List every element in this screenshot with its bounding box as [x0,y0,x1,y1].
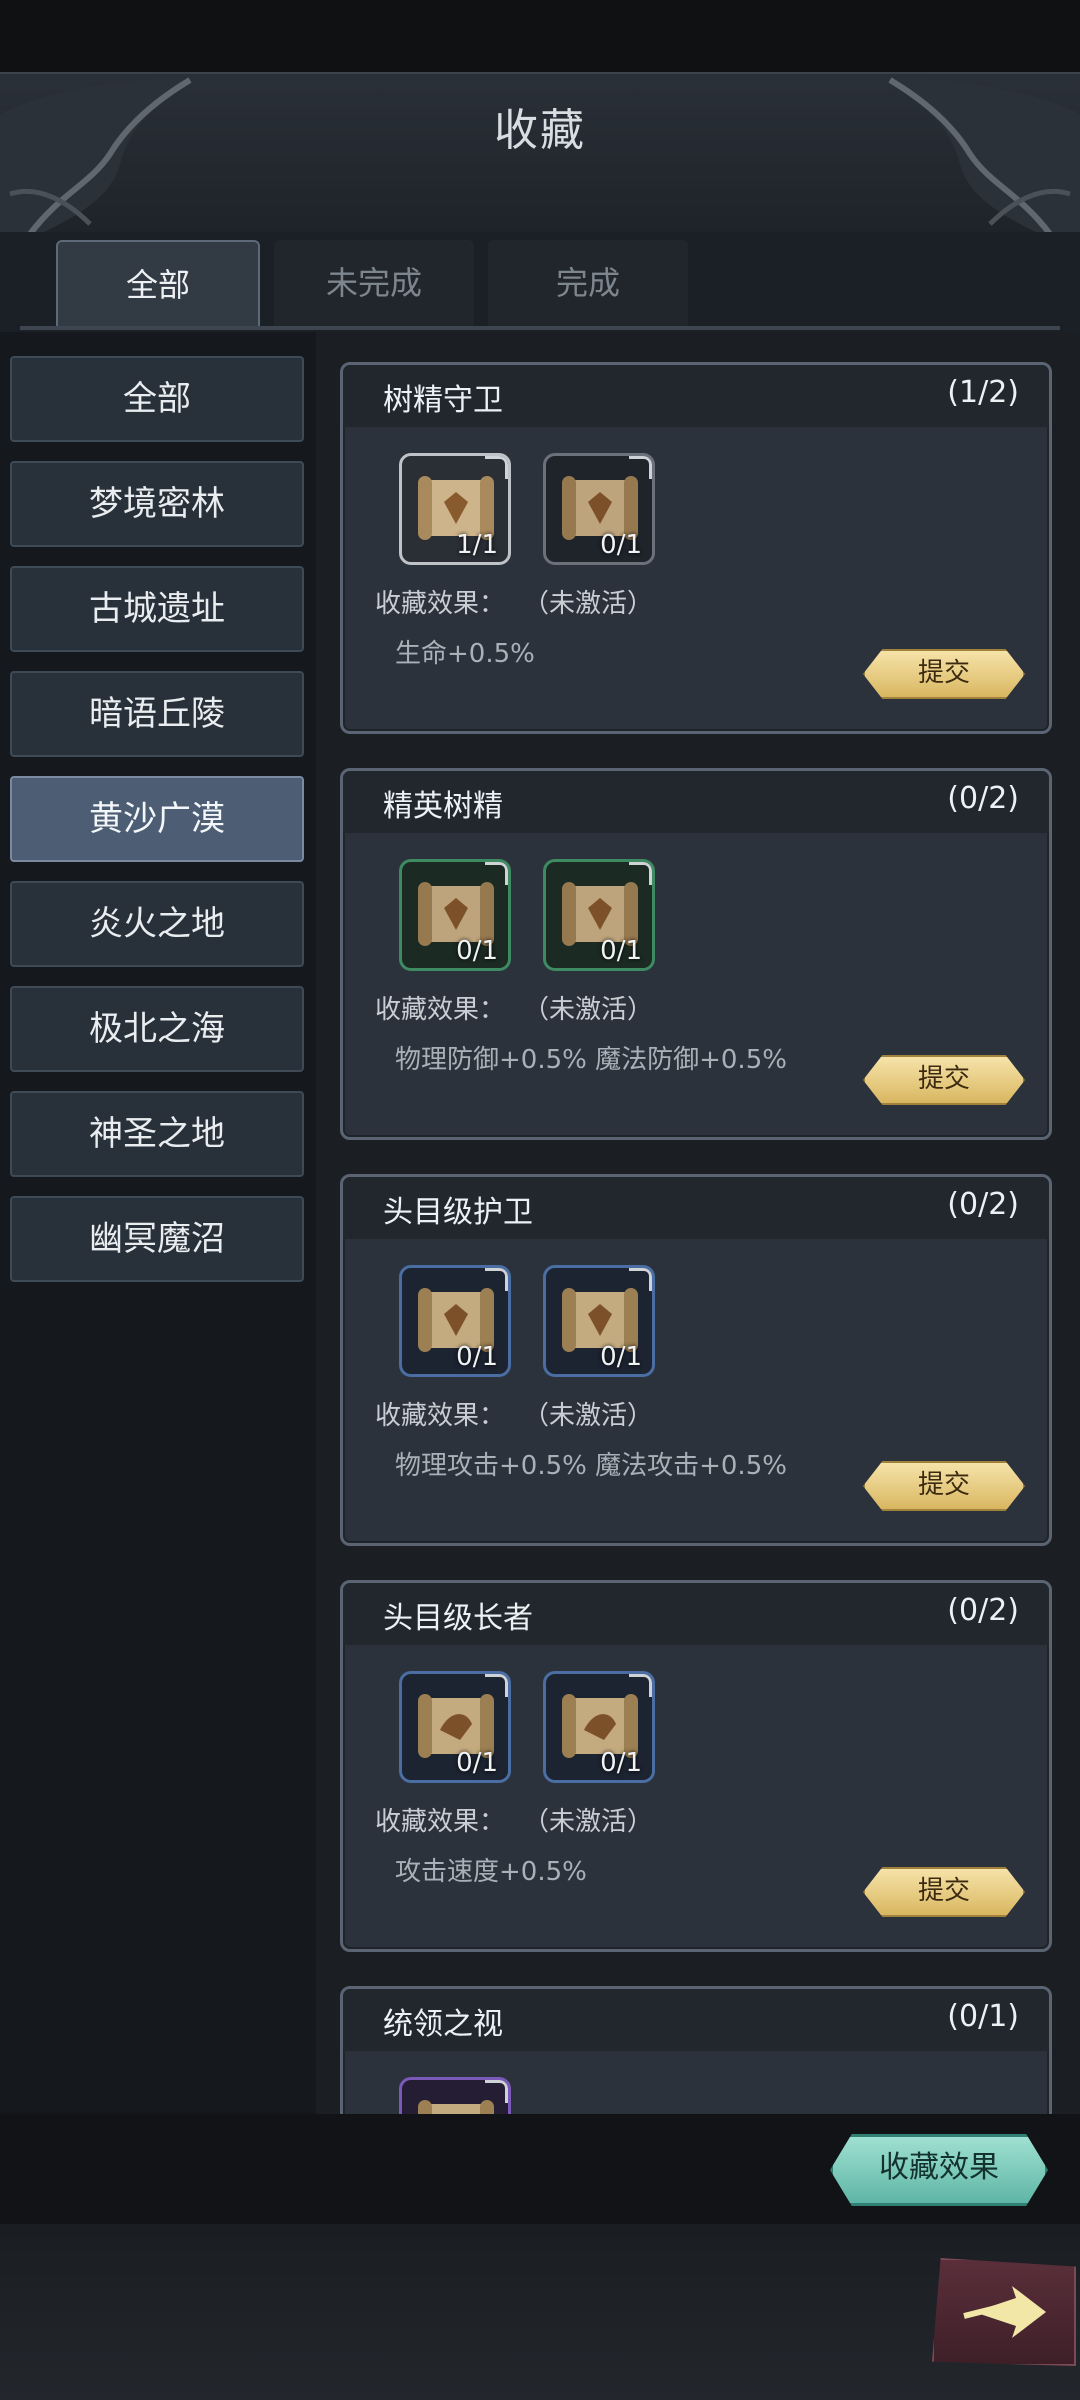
collection-item-slot[interactable]: 0/1 [543,1671,655,1783]
card-title: 精英树精 [383,789,503,824]
effect-status: （未激活） [523,589,654,619]
submit-button[interactable]: 提交 [863,1461,1025,1511]
card-progress: (0/2) [947,1593,1019,1628]
corner-tag-icon [629,862,652,885]
sidebar-item-yellow-desert[interactable]: 黄沙广漠 [10,776,304,862]
tab-bar: 全部 未完成 完成 [0,232,1080,332]
item-count: 1/1 [456,530,498,560]
effect-status: （未激活） [523,995,654,1025]
card-progress: (0/1) [947,1999,1019,2034]
submit-button[interactable]: 提交 [863,1867,1025,1917]
effect-status: （未激活） [523,1807,654,1837]
item-count: 0/1 [456,1748,498,1778]
item-count: 0/1 [456,1342,498,1372]
effect-detail: 物理防御+0.5% 魔法防御+0.5% [395,1045,787,1075]
corner-tag-icon [485,456,508,479]
header: 收藏 [0,72,1080,244]
card-title: 统领之视 [383,2007,503,2042]
card-header: 头目级护卫 (0/2) [343,1177,1049,1239]
collection-item-slot[interactable]: 0/1 [399,1265,511,1377]
sidebar-item-flame-land[interactable]: 炎火之地 [10,881,304,967]
next-button[interactable] [932,2258,1076,2366]
card-title: 头目级护卫 [383,1195,533,1230]
card-header: 树精守卫 (1/2) [343,365,1049,427]
effect-detail: 攻击速度+0.5% [395,1857,587,1887]
collection-item-slot[interactable]: 0/1 [543,1265,655,1377]
collection-list[interactable]: 树精守卫 (1/2) 1/1 0/1 收藏效果： （未激活） 生命+0.5% 提… [316,332,1080,2114]
submit-button[interactable]: 提交 [863,649,1025,699]
card-header: 统领之视 (0/1) [343,1989,1049,2051]
corner-tag-icon [629,1268,652,1291]
collection-card: 树精守卫 (1/2) 1/1 0/1 收藏效果： （未激活） 生命+0.5% 提… [340,362,1052,734]
effect-label: 收藏效果： [375,995,506,1025]
collection-item-slot[interactable]: 0/1 [399,1671,511,1783]
collection-card: 统领之视 (0/1) [340,1986,1052,2114]
card-title: 头目级长者 [383,1601,533,1636]
arrow-right-icon [963,2286,1046,2338]
sidebar-item-whisper-hills[interactable]: 暗语丘陵 [10,671,304,757]
item-count: 0/1 [600,530,642,560]
effect-status: （未激活） [523,1401,654,1431]
page-title: 收藏 [494,105,586,156]
corner-tag-icon [485,2080,508,2103]
collection-item-slot[interactable]: 1/1 [399,453,511,565]
item-count: 0/1 [600,1748,642,1778]
corner-tag-icon [629,456,652,479]
collection-item-slot[interactable] [399,2077,511,2114]
effect-detail: 生命+0.5% [395,639,535,669]
effect-detail: 物理攻击+0.5% 魔法攻击+0.5% [395,1451,787,1481]
card-header: 精英树精 (0/2) [343,771,1049,833]
item-count: 0/1 [456,936,498,966]
effect-label: 收藏效果： [375,589,506,619]
tab-incomplete[interactable]: 未完成 [274,240,474,326]
tab-divider [20,326,1060,330]
item-count: 0/1 [600,1342,642,1372]
submit-button[interactable]: 提交 [863,1055,1025,1105]
bottom-decor [0,2224,1080,2400]
corner-tag-icon [485,1268,508,1291]
collection-item-slot[interactable]: 0/1 [543,859,655,971]
card-progress: (0/2) [947,781,1019,816]
collection-card: 精英树精 (0/2) 0/1 0/1 收藏效果： （未激活） 物理防御+0.5%… [340,768,1052,1140]
corner-tag-icon [485,1674,508,1697]
card-progress: (0/2) [947,1187,1019,1222]
sidebar-item-ancient-ruins[interactable]: 古城遗址 [10,566,304,652]
sidebar-item-holy-land[interactable]: 神圣之地 [10,1091,304,1177]
collection-effect-button[interactable]: 收藏效果 [830,2134,1048,2206]
card-title: 树精守卫 [383,383,503,418]
collection-card: 头目级护卫 (0/2) 0/1 0/1 收藏效果： （未激活） 物理攻击+0.5… [340,1174,1052,1546]
tab-complete[interactable]: 完成 [488,240,688,326]
tab-all[interactable]: 全部 [56,240,260,328]
card-header: 头目级长者 (0/2) [343,1583,1049,1645]
sidebar: 全部 梦境密林 古城遗址 暗语丘陵 黄沙广漠 炎火之地 极北之海 神圣之地 幽冥… [0,332,316,2112]
card-progress: (1/2) [947,375,1019,410]
collection-item-slot[interactable]: 0/1 [543,453,655,565]
effect-label: 收藏效果： [375,1807,506,1837]
sidebar-item-dream-forest[interactable]: 梦境密林 [10,461,304,547]
collection-card: 头目级长者 (0/2) 0/1 0/1 收藏效果： （未激活） 攻击速度+0.5… [340,1580,1052,1952]
sidebar-item-all[interactable]: 全部 [10,356,304,442]
sidebar-item-north-sea[interactable]: 极北之海 [10,986,304,1072]
status-bar-area [0,0,1080,72]
effect-label: 收藏效果： [375,1401,506,1431]
corner-tag-icon [485,862,508,885]
corner-tag-icon [629,1674,652,1697]
item-count: 0/1 [600,936,642,966]
collection-item-slot[interactable]: 0/1 [399,859,511,971]
sidebar-item-nether-swamp[interactable]: 幽冥魔沼 [10,1196,304,1282]
